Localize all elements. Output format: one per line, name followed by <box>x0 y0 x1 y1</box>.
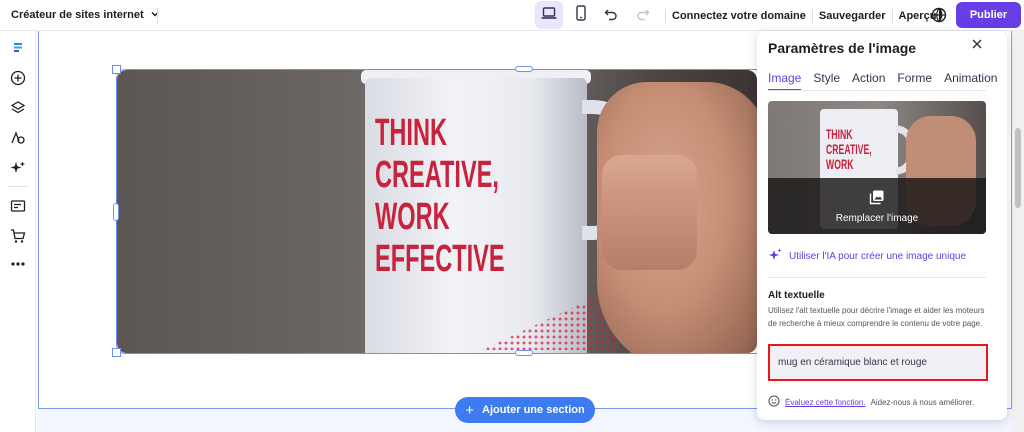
alt-text-description: Utilisez l'alt textuelle pour décrire l'… <box>768 306 985 328</box>
mobile-view-button[interactable] <box>567 1 595 29</box>
globe-icon[interactable] <box>931 7 947 28</box>
resize-handle-top[interactable] <box>515 66 533 72</box>
resize-handle-left[interactable] <box>113 203 119 221</box>
replace-image-button[interactable]: Remplacer l'image <box>768 178 986 234</box>
preview-text-line: THINK <box>826 126 853 142</box>
scrollbar-thumb[interactable] <box>1015 128 1021 208</box>
tab-image[interactable]: Image <box>768 71 802 91</box>
ai-tools-icon[interactable] <box>9 159 27 177</box>
desktop-view-button[interactable] <box>535 1 563 29</box>
plus-icon: + <box>465 401 475 419</box>
save-button[interactable]: Sauvegarder <box>813 10 892 22</box>
close-icon[interactable] <box>971 37 983 55</box>
device-switcher <box>535 1 595 29</box>
panel-tabs: Image Style Action Forme Animation <box>768 71 997 91</box>
cart-icon[interactable] <box>9 227 27 245</box>
tab-style[interactable]: Style <box>813 71 840 91</box>
header-actions: Connectez votre domaine Sauvegarder Aper… <box>665 9 944 23</box>
phone-icon <box>575 4 587 26</box>
divider <box>157 8 158 24</box>
history-controls <box>604 7 650 24</box>
image-replace-icon <box>869 189 885 208</box>
alt-text-heading: Alt textuelle <box>768 290 825 301</box>
ai-assistant-icon[interactable] <box>9 38 27 56</box>
panel-title: Paramètres de l'image <box>768 40 917 56</box>
sparkle-icon <box>768 248 782 265</box>
tab-animation[interactable]: Animation <box>944 71 997 91</box>
preview-text-line: WORK <box>826 156 854 172</box>
smile-rating-icon <box>768 395 780 409</box>
resize-handle-bottom-left[interactable] <box>112 348 121 357</box>
feedback-row: Évaluez cette fonction. Aidez-nous à nou… <box>768 395 974 409</box>
ai-generate-link[interactable]: Utiliser l'IA pour créer une image uniqu… <box>768 248 966 265</box>
top-bar: Créateur de sites internet Connectez vot… <box>0 0 1024 31</box>
tab-shape[interactable]: Forme <box>897 71 932 91</box>
resize-handle-bottom[interactable] <box>515 350 533 356</box>
more-icon[interactable] <box>9 255 27 273</box>
preview-mug-slogan: THINK CREATIVE, WORK <box>826 127 872 172</box>
styles-icon[interactable] <box>9 129 27 147</box>
image-preview: THINK CREATIVE, WORK Remplacer l'image <box>768 101 986 234</box>
ai-generate-label: Utiliser l'IA pour créer une image uniqu… <box>789 251 967 262</box>
replace-image-label: Remplacer l'image <box>835 212 919 224</box>
add-section-label: Ajouter une section <box>482 404 585 416</box>
connect-domain-button[interactable]: Connectez votre domaine <box>666 10 812 22</box>
image-selection-outline <box>116 69 766 354</box>
alt-text-input[interactable]: mug en céramique blanc et rouge <box>768 344 988 381</box>
feedback-text: Aidez-nous à nous améliorer. <box>870 397 975 407</box>
laptop-icon <box>541 6 557 25</box>
chevron-down-icon <box>150 9 160 22</box>
scrollbar[interactable] <box>1012 31 1024 432</box>
left-toolbar <box>0 31 36 432</box>
site-switch-label: Créateur de sites internet <box>11 9 144 21</box>
resize-handle-top-left[interactable] <box>112 65 121 74</box>
divider <box>8 186 28 187</box>
undo-icon[interactable] <box>604 7 618 24</box>
redo-icon[interactable] <box>636 7 650 24</box>
rate-feature-link[interactable]: Évaluez cette fonction. <box>785 398 866 407</box>
add-section-button[interactable]: + Ajouter une section <box>455 397 595 423</box>
divider <box>768 277 986 278</box>
add-element-icon[interactable] <box>9 69 27 87</box>
preview-text-line: CREATIVE, <box>826 141 872 157</box>
image-settings-panel: Paramètres de l'image Image Style Action… <box>757 31 1007 420</box>
tabs-divider <box>768 90 986 91</box>
tab-action[interactable]: Action <box>852 71 885 91</box>
site-switch-dropdown[interactable]: Créateur de sites internet <box>0 9 160 22</box>
publish-button[interactable]: Publier <box>956 2 1021 28</box>
blog-icon[interactable] <box>9 197 27 215</box>
layers-icon[interactable] <box>9 99 27 117</box>
